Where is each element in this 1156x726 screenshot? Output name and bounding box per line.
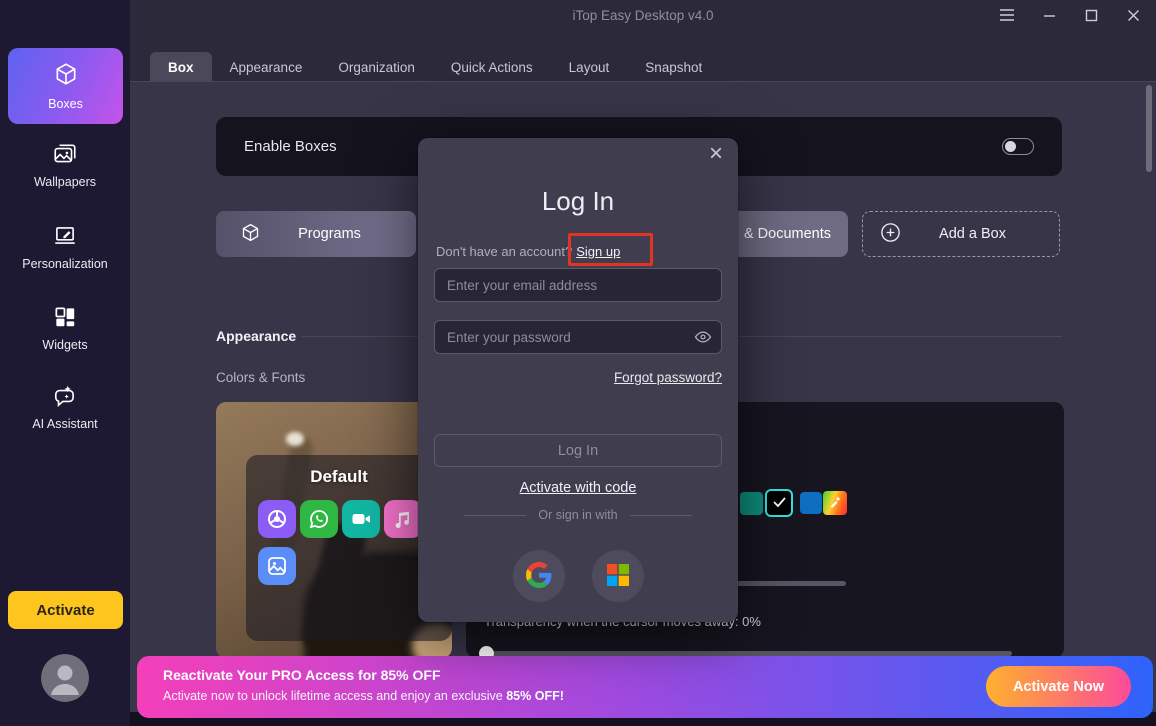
sidebar-item-label: AI Assistant xyxy=(32,417,98,431)
show-password-eye-icon[interactable] xyxy=(694,329,712,348)
widgets-icon xyxy=(52,304,78,330)
password-field[interactable] xyxy=(434,320,722,354)
color-picker-swatch[interactable] xyxy=(823,491,847,515)
divider-line xyxy=(464,514,527,516)
or-sign-in-row: Or sign in with xyxy=(418,508,738,522)
tab-box[interactable]: Box xyxy=(150,52,212,82)
personalization-icon xyxy=(52,223,78,249)
signup-row: Don't have an account? Sign up xyxy=(436,244,620,259)
login-title: Log In xyxy=(541,186,615,216)
ai-assistant-icon xyxy=(52,383,78,409)
promo-subtitle-bold: 85% OFF! xyxy=(506,689,564,703)
social-login-row xyxy=(418,550,738,602)
color-swatch-black-selected[interactable] xyxy=(765,489,793,517)
promo-title: Reactivate Your PRO Access for 85% OFF xyxy=(163,667,441,683)
boxes-icon xyxy=(53,61,79,90)
color-swatch-teal[interactable] xyxy=(740,492,763,515)
app-window: iTop Easy Desktop v4.0 Box Appearance Or… xyxy=(0,0,1156,726)
preview-box-name: Default xyxy=(310,467,368,486)
tab-layout[interactable]: Layout xyxy=(551,52,628,82)
or-sign-in-label: Or sign in with xyxy=(538,508,618,522)
promo-subtitle-text: Activate now to unlock lifetime access a… xyxy=(163,689,507,703)
menu-icon[interactable] xyxy=(998,6,1016,24)
add-a-box-button[interactable]: Add a Box xyxy=(862,211,1060,257)
tab-appearance[interactable]: Appearance xyxy=(212,52,321,82)
login-button-label: Log In xyxy=(557,442,599,459)
enable-boxes-toggle[interactable] xyxy=(1002,138,1034,155)
login-button[interactable]: Log In xyxy=(434,434,722,467)
photos-icon xyxy=(258,547,296,585)
tab-snapshot[interactable]: Snapshot xyxy=(627,52,720,82)
activate-with-code-link[interactable]: Activate with code xyxy=(418,480,738,496)
programs-box-button[interactable]: Programs xyxy=(216,211,416,257)
activate-now-label: Activate Now xyxy=(1012,678,1104,695)
activate-button-label: Activate xyxy=(36,601,95,619)
microsoft-login-button[interactable] xyxy=(591,550,644,602)
sidebar-item-label: Personalization xyxy=(22,257,108,271)
sidebar-item-personalization[interactable]: Personalization xyxy=(0,223,130,271)
browser-icon xyxy=(258,500,296,538)
signup-link[interactable]: Sign up xyxy=(576,244,620,259)
plus-circle-icon xyxy=(879,221,902,247)
whatsapp-icon xyxy=(300,500,338,538)
documents-label: & Documents xyxy=(743,226,831,242)
check-icon xyxy=(773,495,786,511)
appearance-heading: Appearance xyxy=(216,328,297,344)
wallpapers-icon xyxy=(52,141,78,167)
window-controls xyxy=(998,6,1142,24)
close-button[interactable] xyxy=(1124,6,1142,24)
google-icon xyxy=(525,561,552,591)
activate-now-button[interactable]: Activate Now xyxy=(985,666,1131,707)
microsoft-icon xyxy=(606,563,630,590)
sidebar: Boxes Wallpapers Personalization Widgets xyxy=(0,0,130,726)
tab-organization[interactable]: Organization xyxy=(320,52,433,82)
tab-quick-actions[interactable]: Quick Actions xyxy=(433,52,551,82)
preview-photo-shape xyxy=(286,432,304,446)
sidebar-item-boxes[interactable]: Boxes xyxy=(8,48,123,124)
sidebar-item-widgets[interactable]: Widgets xyxy=(0,304,130,352)
divider-line xyxy=(629,514,692,516)
activate-button[interactable]: Activate xyxy=(8,591,123,629)
google-login-button[interactable] xyxy=(512,550,565,602)
email-field[interactable] xyxy=(434,268,722,302)
user-icon xyxy=(41,654,89,702)
sidebar-item-label: Widgets xyxy=(42,338,88,352)
enable-boxes-label: Enable Boxes xyxy=(244,138,337,155)
forgot-password-link[interactable]: Forgot password? xyxy=(614,370,722,385)
theme-preview[interactable]: Default xyxy=(216,402,452,658)
video-icon xyxy=(342,500,380,538)
tab-divider xyxy=(130,81,1156,82)
sidebar-item-wallpapers[interactable]: Wallpapers xyxy=(0,141,130,189)
box-icon xyxy=(240,222,261,246)
music-icon xyxy=(384,500,422,538)
promo-banner: Reactivate Your PRO Access for 85% OFF A… xyxy=(137,656,1153,718)
scrollbar-thumb[interactable] xyxy=(1146,85,1152,172)
color-swatch-blue[interactable] xyxy=(800,492,822,514)
promo-subtitle: Activate now to unlock lifetime access a… xyxy=(163,689,564,703)
avatar[interactable] xyxy=(41,654,89,702)
eyedropper-icon xyxy=(829,495,841,511)
colors-fonts-label: Colors & Fonts xyxy=(216,370,306,385)
toggle-knob xyxy=(1005,140,1016,152)
minimize-button[interactable] xyxy=(1040,6,1058,24)
signup-prompt: Don't have an account? xyxy=(436,244,573,259)
sidebar-item-label: Boxes xyxy=(48,97,83,111)
modal-close-icon[interactable]: × xyxy=(704,142,728,166)
login-modal: × Log In Don't have an account?Sign up F… xyxy=(418,138,738,622)
sidebar-item-label: Wallpapers xyxy=(33,175,97,189)
programs-label: Programs xyxy=(298,226,361,242)
sidebar-item-ai-assistant[interactable]: AI Assistant xyxy=(0,383,130,431)
add-a-box-label: Add a Box xyxy=(939,226,1006,242)
maximize-button[interactable] xyxy=(1082,6,1100,24)
tab-bar: Box Appearance Organization Quick Action… xyxy=(150,52,720,82)
